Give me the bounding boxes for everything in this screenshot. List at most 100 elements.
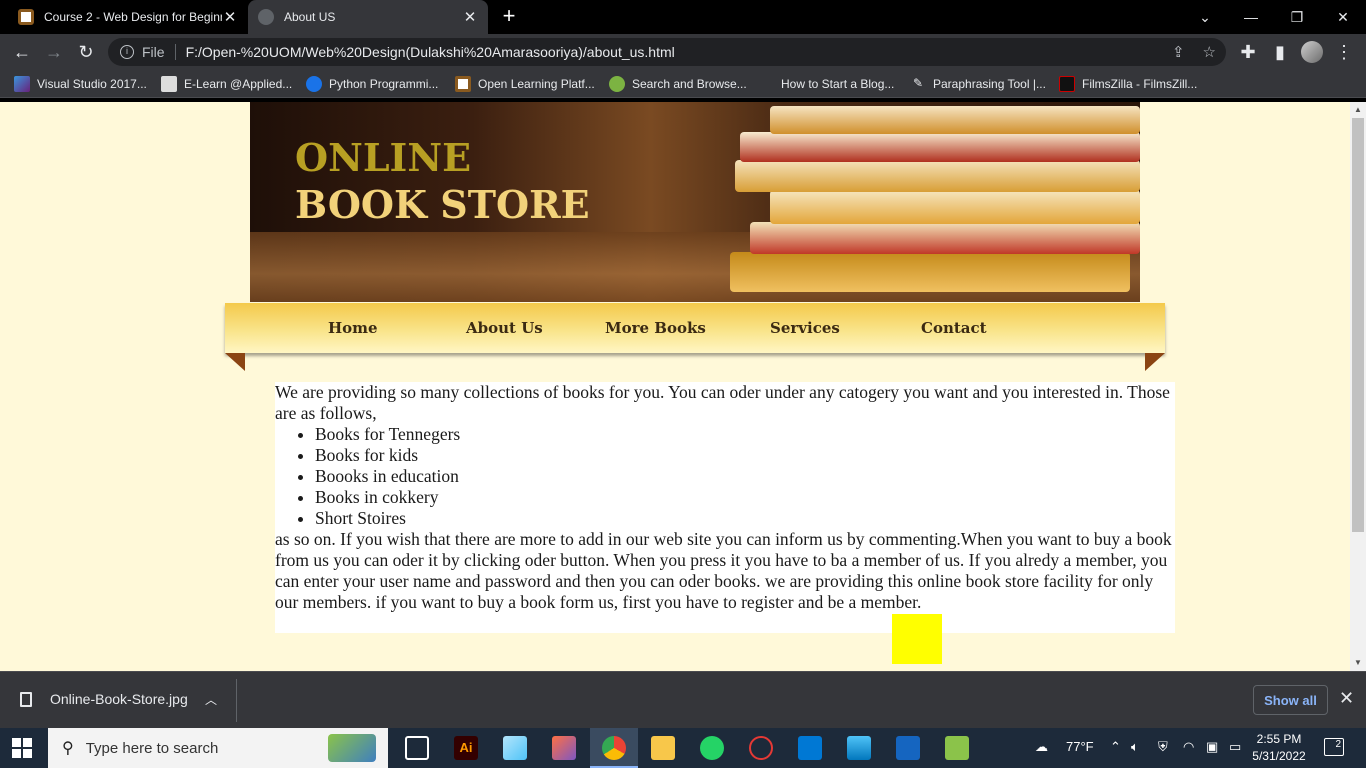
bookmark-item[interactable]: Python Programmi... [306, 75, 438, 93]
whatsapp-icon[interactable] [700, 736, 724, 760]
close-window-button[interactable]: ✕ [1320, 0, 1366, 34]
site-title-line1: ONLINE [295, 135, 472, 180]
banner-image: ONLINE BOOK STORE [250, 102, 1140, 302]
game-icon[interactable] [552, 736, 576, 760]
vscode-icon[interactable] [798, 736, 822, 760]
tab-search-chevron-icon[interactable]: ⌄ [1182, 0, 1228, 34]
forward-arrow-icon[interactable]: → [40, 38, 68, 66]
meet-icon[interactable]: ▣ [1206, 739, 1218, 755]
scroll-down-arrow-icon[interactable]: ▼ [1354, 658, 1362, 667]
open-learning-icon [455, 76, 471, 92]
list-item: Books for kids [315, 445, 1175, 466]
list-item: Books for Tennegers [315, 424, 1175, 445]
bookmark-item[interactable]: Search and Browse... [609, 75, 747, 93]
python-c-icon [306, 76, 322, 92]
intro-text: We are providing so many collections of … [275, 382, 1170, 423]
nav-more-books[interactable]: More Books [605, 319, 706, 337]
info-icon[interactable]: i [120, 45, 134, 59]
red-app-icon[interactable] [749, 736, 773, 760]
download-item[interactable]: Online-Book-Store.jpg [20, 691, 188, 707]
bookmark-item[interactable]: E-Learn @Applied... [161, 75, 292, 93]
battery-icon[interactable]: ▭ [1229, 739, 1241, 755]
bookmark-label: FilmsZilla - FilmsZill... [1082, 77, 1198, 91]
restore-button[interactable]: ❐ [1274, 0, 1320, 34]
illustrator-icon[interactable]: Ai [454, 736, 478, 760]
wifi-icon[interactable]: ◠ [1183, 739, 1194, 755]
weather-cloud-icon[interactable]: ☁ [1035, 739, 1048, 755]
extensions-puzzle-icon[interactable]: ✚ [1234, 38, 1262, 66]
elearn-icon [161, 76, 177, 92]
task-view-icon[interactable] [405, 736, 429, 760]
scheme-label: File [142, 44, 165, 60]
outro-text: as so on. If you wish that there are mor… [275, 529, 1172, 612]
profile-avatar[interactable] [1298, 38, 1326, 66]
about-content: We are providing so many collections of … [275, 382, 1175, 633]
taskbar-search[interactable]: ⚲ Type here to search [48, 728, 388, 768]
new-tab-button[interactable]: + [497, 5, 521, 28]
chrome-icon[interactable] [602, 736, 626, 760]
menu-kebab-icon[interactable]: ⋮ [1330, 38, 1358, 66]
url-text[interactable]: F:/Open-%20UOM/Web%20Design(Dulakshi%20A… [186, 44, 675, 60]
search-icon: ⚲ [62, 740, 74, 757]
tab-about-us[interactable]: About US ✕ [248, 0, 488, 34]
share-icon[interactable]: ⇪ [1172, 43, 1185, 61]
nav-about-us[interactable]: About Us [466, 319, 543, 337]
bookmark-item[interactable]: Visual Studio 2017... [14, 75, 147, 93]
close-icon[interactable]: ✕ [1339, 688, 1354, 709]
bookmark-item[interactable]: FilmsZilla - FilmsZill... [1059, 75, 1197, 93]
bookmark-item[interactable]: How to Start a Blog... [758, 75, 894, 93]
clock-date: 5/31/2022 [1252, 749, 1306, 763]
volume-icon[interactable]: 🔈︎ [1131, 739, 1139, 755]
blog-icon [758, 76, 774, 92]
divider [174, 44, 176, 60]
clock-time: 2:55 PM [1256, 732, 1302, 746]
tab-course[interactable]: Course 2 - Web Design for Beginners ✕ [8, 0, 248, 34]
address-bar[interactable]: i File F:/Open-%20UOM/Web%20Design(Dulak… [108, 38, 1226, 66]
close-tab-icon[interactable]: ✕ [222, 8, 238, 26]
bookmark-label: Paraphrasing Tool |... [933, 77, 1046, 91]
download-filename: Online-Book-Store.jpg [50, 691, 188, 707]
nav-home[interactable]: Home [328, 319, 378, 337]
close-tab-icon[interactable]: ✕ [462, 8, 478, 26]
nav-services[interactable]: Services [770, 319, 840, 337]
category-list: Books for Tennegers Books for kids Boook… [315, 424, 1175, 529]
file-explorer-icon[interactable] [651, 736, 675, 760]
divider [236, 679, 237, 722]
chevron-up-icon[interactable]: ︿ [205, 691, 217, 708]
photos-icon[interactable] [847, 736, 871, 760]
notepad-app-icon[interactable] [945, 736, 969, 760]
reload-icon[interactable]: ↻ [72, 38, 100, 66]
app-icon[interactable] [503, 736, 527, 760]
main-nav: Home About Us More Books Services Contac… [225, 303, 1165, 353]
bookmark-label: Python Programmi... [329, 77, 439, 91]
bookmark-star-icon[interactable]: ☆ [1203, 43, 1216, 61]
scrollbar-thumb[interactable] [1352, 118, 1364, 532]
back-arrow-icon[interactable]: ← [8, 38, 36, 66]
scroll-up-arrow-icon[interactable]: ▲ [1354, 105, 1362, 114]
site-title-line2: BOOK STORE [295, 182, 590, 227]
minimize-button[interactable]: — [1228, 0, 1274, 34]
notification-icon[interactable]: 2 [1324, 738, 1344, 756]
nav-contact[interactable]: Contact [921, 319, 987, 337]
page-scrollbar[interactable]: ▲ ▼ [1350, 102, 1366, 671]
download-bar: Online-Book-Store.jpg ︿ Show all ✕ [0, 671, 1366, 728]
bookmark-item[interactable]: Open Learning Platf... [455, 75, 595, 93]
bookmark-label: Search and Browse... [632, 77, 747, 91]
tray-chevron-up-icon[interactable]: ⌃ [1110, 739, 1121, 755]
shield-icon[interactable]: ⛨ [1158, 739, 1168, 755]
side-panel-icon[interactable]: ▮ [1266, 38, 1294, 66]
app-window-icon[interactable] [896, 736, 920, 760]
bookmark-label: Visual Studio 2017... [37, 77, 147, 91]
list-item: Short Stoires [315, 508, 1175, 529]
show-all-button[interactable]: Show all [1253, 685, 1328, 715]
globe-icon [258, 9, 274, 25]
book-shape [770, 106, 1140, 134]
list-item: Books in cokkery [315, 487, 1175, 508]
quill-icon: ✎ [912, 76, 924, 90]
weather-temp[interactable]: 77°F [1066, 739, 1094, 754]
bookmark-item[interactable]: ✎ Paraphrasing Tool |... [910, 75, 1046, 93]
tab-title: Course 2 - Web Design for Beginners [44, 10, 222, 24]
system-clock[interactable]: 2:55 PM 5/31/2022 [1248, 731, 1310, 765]
windows-start-icon[interactable] [12, 738, 32, 758]
tab-title: About US [284, 10, 336, 24]
